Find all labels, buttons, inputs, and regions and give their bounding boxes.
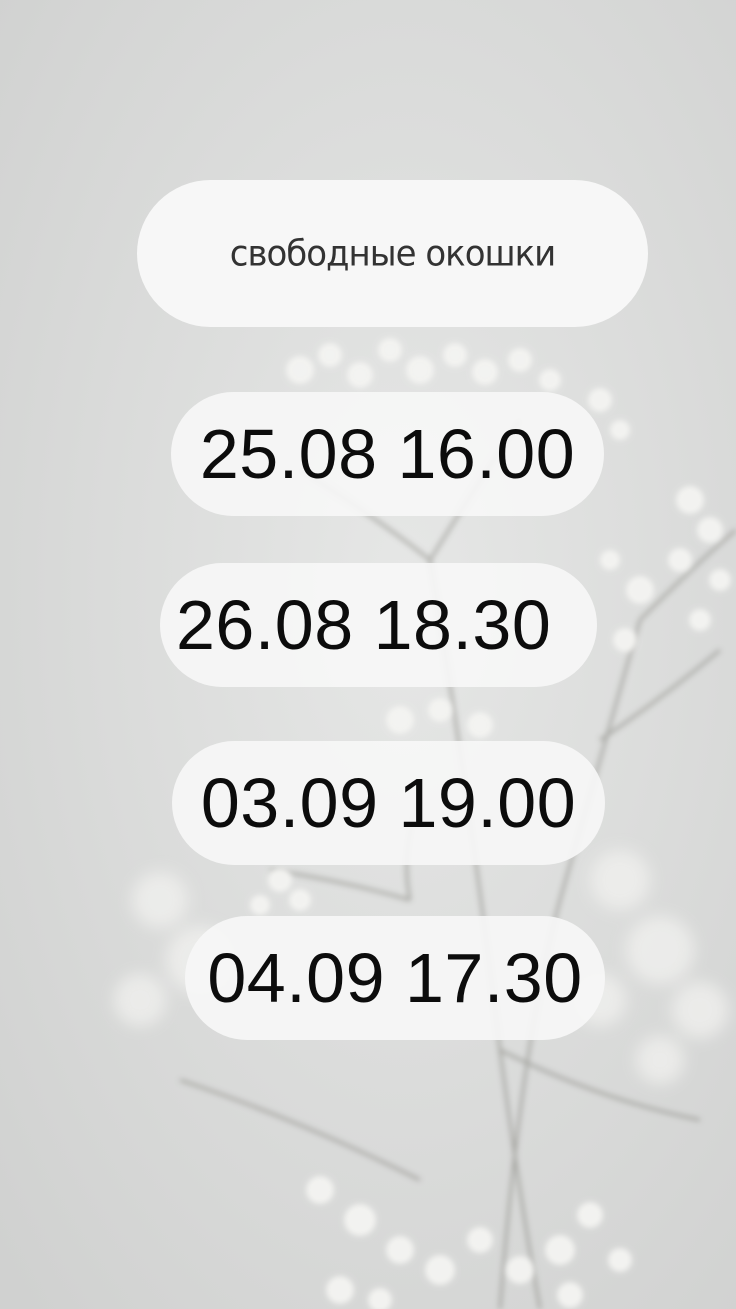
time-slot-label: 03.09 19.00 — [200, 764, 577, 842]
time-slot-label: 04.09 17.30 — [207, 939, 583, 1017]
page-title: свободные окошки — [229, 232, 556, 275]
time-slot-2[interactable]: 26.08 18.30 — [160, 563, 597, 687]
title-pill: свободные окошки — [137, 180, 648, 327]
time-slot-3[interactable]: 03.09 19.00 — [172, 741, 605, 865]
time-slot-1[interactable]: 25.08 16.00 — [171, 392, 604, 516]
time-slot-4[interactable]: 04.09 17.30 — [185, 916, 605, 1040]
time-slot-label: 26.08 18.30 — [176, 586, 552, 664]
time-slot-label: 25.08 16.00 — [199, 415, 576, 493]
